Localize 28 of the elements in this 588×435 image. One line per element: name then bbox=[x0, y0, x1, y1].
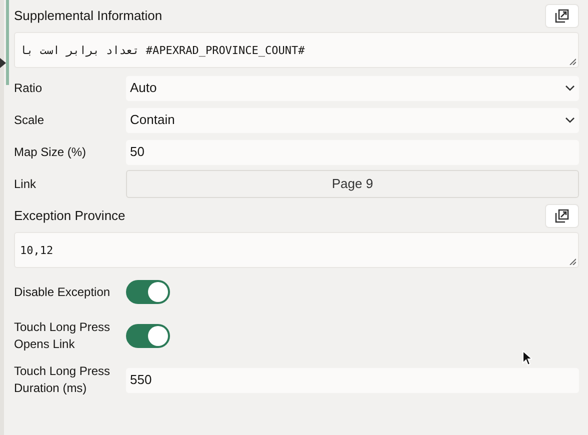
field-label: Touch Long Press Duration (ms) bbox=[14, 363, 112, 397]
text-area[interactable]: 10,12 bbox=[14, 232, 579, 268]
resize-handle-icon[interactable] bbox=[569, 58, 576, 65]
expand-icon bbox=[555, 9, 569, 23]
expand-icon bbox=[555, 209, 569, 223]
pointer-icon bbox=[0, 58, 6, 68]
expand-button[interactable] bbox=[545, 204, 579, 228]
expand-button[interactable] bbox=[545, 4, 579, 28]
field-label: Map Size (%) bbox=[14, 144, 88, 160]
field-label: Ratio bbox=[14, 80, 44, 96]
toggle-switch[interactable] bbox=[126, 324, 170, 348]
input-field[interactable]: 550 bbox=[126, 368, 579, 392]
field-label: Scale bbox=[14, 112, 46, 128]
field-label: Disable Exception bbox=[14, 284, 112, 300]
resize-handle-icon[interactable] bbox=[569, 258, 576, 265]
field-label: Touch Long Press Opens Link bbox=[14, 319, 112, 353]
field-label: Exception Province bbox=[14, 207, 126, 226]
chevron-down-icon bbox=[565, 85, 575, 91]
select-field[interactable]: Contain bbox=[126, 108, 579, 132]
chevron-down-icon bbox=[565, 117, 575, 123]
field-label: Supplemental Information bbox=[14, 7, 162, 26]
text-area[interactable]: تعداد برابر است با #APEXRAD_PROVINCE_COUNT# bbox=[14, 32, 579, 68]
field-label: Link bbox=[14, 176, 38, 192]
link-button[interactable]: Page 9 bbox=[126, 170, 579, 198]
toggle-switch[interactable] bbox=[126, 280, 170, 304]
cursor-icon bbox=[522, 350, 532, 366]
input-field[interactable]: 50 bbox=[126, 140, 579, 164]
select-field[interactable]: Auto bbox=[126, 76, 579, 100]
